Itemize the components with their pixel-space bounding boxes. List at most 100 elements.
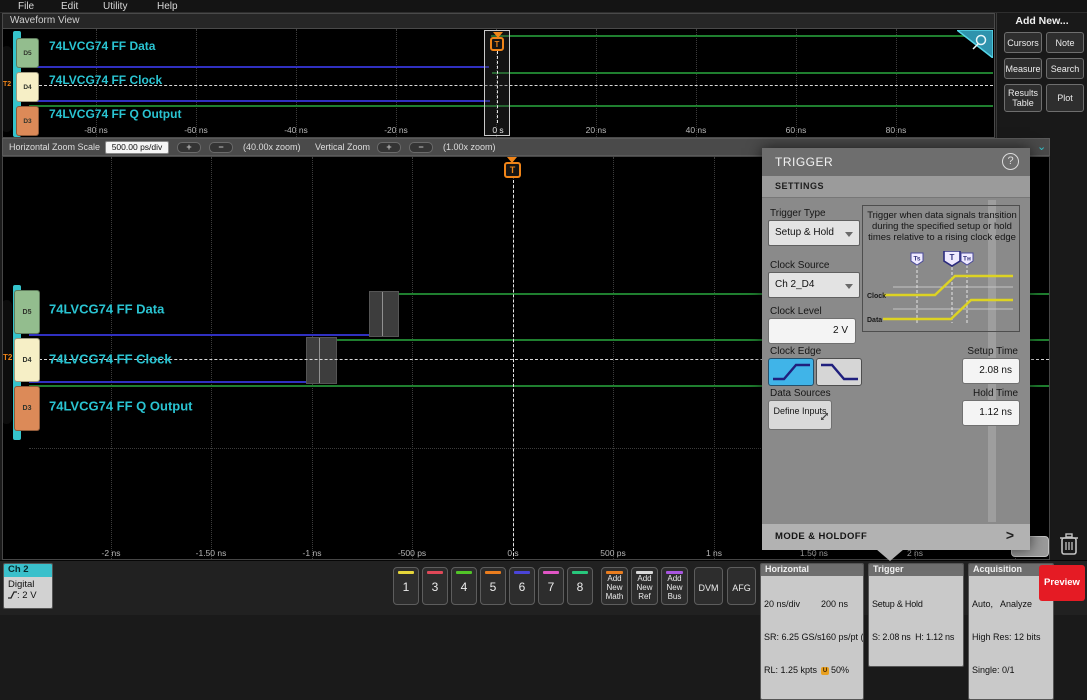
add-new-bus-button[interactable]: Add New Bus <box>661 567 688 605</box>
trigger-marker-flag[interactable]: T <box>504 162 521 178</box>
menu-utility[interactable]: Utility <box>103 1 127 12</box>
channel-2-badge[interactable]: Ch 2 Digital : 2 V <box>3 563 53 609</box>
channel-label-output: 74LVCG74 FF Q Output <box>49 107 181 121</box>
channel-badge-d5[interactable]: D5 <box>16 38 39 68</box>
waveform-view-title: Waveform View <box>2 13 995 28</box>
falling-edge-icon <box>817 359 861 385</box>
trigger-panel-pointer <box>876 549 904 561</box>
clock-edge-rising-button[interactable] <box>768 358 814 386</box>
channel-button-3[interactable]: 3 <box>422 567 448 605</box>
add-measure-button[interactable]: Measure <box>1004 58 1042 79</box>
chevron-down-icon <box>845 284 853 289</box>
channel-badge-d3[interactable]: D3 <box>16 106 39 136</box>
channel-group-handle[interactable] <box>2 46 12 132</box>
menu-file[interactable]: File <box>18 1 34 12</box>
add-plot-button[interactable]: Plot <box>1046 84 1084 112</box>
waveform-segment-high <box>492 72 993 74</box>
settings-tab-label: SETTINGS <box>775 181 824 191</box>
zoom-overview-icon[interactable] <box>957 30 993 58</box>
transition-region <box>369 291 399 337</box>
channel-badge-d4[interactable]: D4 <box>14 338 40 382</box>
add-note-button[interactable]: Note <box>1046 32 1084 53</box>
preview-button[interactable]: Preview <box>1039 565 1085 601</box>
trigger-badge[interactable]: Trigger Setup & Hold S: 2.08 ns H: 1.12 … <box>868 563 964 667</box>
channel-button-5[interactable]: 5 <box>480 567 506 605</box>
clock-source-value: Ch 2_D4 <box>775 279 814 290</box>
tab-settings[interactable]: SETTINGS <box>762 176 1030 198</box>
zoom-region-box[interactable]: T 0 s <box>484 30 510 136</box>
define-inputs-label: Define Inputs <box>773 406 826 416</box>
channel-button-8[interactable]: 8 <box>567 567 593 605</box>
trigger-panel-titlebar[interactable]: TRIGGER ? <box>762 148 1030 176</box>
vzoom-minus-button[interactable]: − <box>409 142 433 153</box>
channel-color-stripe <box>514 571 530 574</box>
horizontal-title: Horizontal <box>761 564 863 576</box>
mode-holdoff-bar[interactable]: MODE & HOLDOFF > <box>762 524 1030 550</box>
vzoom-plus-button[interactable]: + <box>377 142 401 153</box>
trigger-title: Trigger <box>869 564 963 576</box>
dvm-button[interactable]: DVM <box>694 567 723 605</box>
hold-time-input[interactable]: 1.12 ns <box>962 400 1020 426</box>
channel-button-4[interactable]: 4 <box>451 567 477 605</box>
transition-edge <box>319 338 320 383</box>
trash-icon[interactable] <box>1057 531 1081 557</box>
hzoom-plus-button[interactable]: + <box>177 142 201 153</box>
trigger-panel-title: TRIGGER <box>775 155 833 169</box>
add-cursors-button[interactable]: Cursors <box>1004 32 1042 53</box>
waveform-segment-high <box>491 35 993 37</box>
source-color-stripe <box>606 571 623 574</box>
rising-edge-icon <box>769 359 813 385</box>
clock-source-label: Clock Source <box>770 260 829 271</box>
hold-marker-label: Tʜ <box>963 256 971 263</box>
define-inputs-button[interactable]: Define Inputs <box>768 400 832 430</box>
channel-badge-d5[interactable]: D5 <box>14 290 40 334</box>
trigger-marker-flag[interactable]: T <box>490 37 504 51</box>
axis-tick-label: -1 ns <box>303 548 322 558</box>
waveform-overview[interactable]: -80 ns-60 ns-40 ns-20 ns20 ns40 ns60 ns8… <box>2 28 995 138</box>
chevron-down-icon <box>845 232 853 237</box>
channel-2-type: Digital <box>8 579 52 590</box>
gridline <box>196 29 197 138</box>
clock-level-input[interactable]: 2 V <box>768 318 856 344</box>
zoom-box-time-label: 0 s <box>492 125 503 135</box>
channel-2-threshold: : 2 V <box>17 590 37 601</box>
trigger-position-line <box>513 175 514 560</box>
channel-badge-d4[interactable]: D4 <box>16 72 39 102</box>
channel-2-details: Digital : 2 V <box>4 577 52 609</box>
chevron-down-icon[interactable]: ⌄ <box>1037 140 1046 153</box>
channel-badge-d3[interactable]: D3 <box>14 386 40 431</box>
vzoom-label: Vertical Zoom <box>315 142 370 152</box>
add-search-button[interactable]: Search <box>1046 58 1084 79</box>
clock-edge-falling-button[interactable] <box>816 358 862 386</box>
add-results-table-button[interactable]: Results Table <box>1004 84 1042 112</box>
help-icon[interactable]: ? <box>1002 153 1019 170</box>
add-new-math-button[interactable]: Add New Math <box>601 567 628 605</box>
afg-button[interactable]: AFG <box>727 567 756 605</box>
channel-button-7[interactable]: 7 <box>538 567 564 605</box>
clock-source-dropdown[interactable]: Ch 2_D4 <box>768 272 860 298</box>
add-new-ref-button[interactable]: Add New Ref <box>631 567 658 605</box>
axis-tick-label: -2 ns <box>102 548 121 558</box>
diagram-data-label: Data <box>867 317 882 324</box>
channel-button-1[interactable]: 1 <box>393 567 419 605</box>
transition-region <box>306 337 337 384</box>
channel-group-handle[interactable] <box>2 300 12 424</box>
trigger-type-dropdown[interactable]: Setup & Hold <box>768 220 860 246</box>
axis-tick-label: -20 ns <box>384 125 408 135</box>
axis-tick-label: 500 ps <box>600 548 626 558</box>
menu-help[interactable]: Help <box>157 1 178 12</box>
gridline <box>896 29 897 138</box>
waveform-segment-low <box>29 100 490 102</box>
threshold-icon <box>8 591 17 599</box>
trigger-description-box: Trigger when data signals transition dur… <box>862 205 1020 332</box>
channel-button-6[interactable]: 6 <box>509 567 535 605</box>
setup-time-input[interactable]: 2.08 ns <box>962 358 1020 384</box>
trigger-type-value: Setup & Hold <box>775 227 834 238</box>
mode-holdoff-label: MODE & HOLDOFF <box>775 531 867 542</box>
horizontal-badge[interactable]: Horizontal 20 ns/div200 ns SR: 6.25 GS/s… <box>760 563 864 700</box>
menu-edit[interactable]: Edit <box>61 1 78 12</box>
hzoom-scale-input[interactable]: 500.00 ps/div <box>105 141 169 154</box>
setup-time-label: Setup Time <box>967 346 1018 357</box>
hzoom-minus-button[interactable]: − <box>209 142 233 153</box>
axis-tick-label: -500 ps <box>398 548 426 558</box>
